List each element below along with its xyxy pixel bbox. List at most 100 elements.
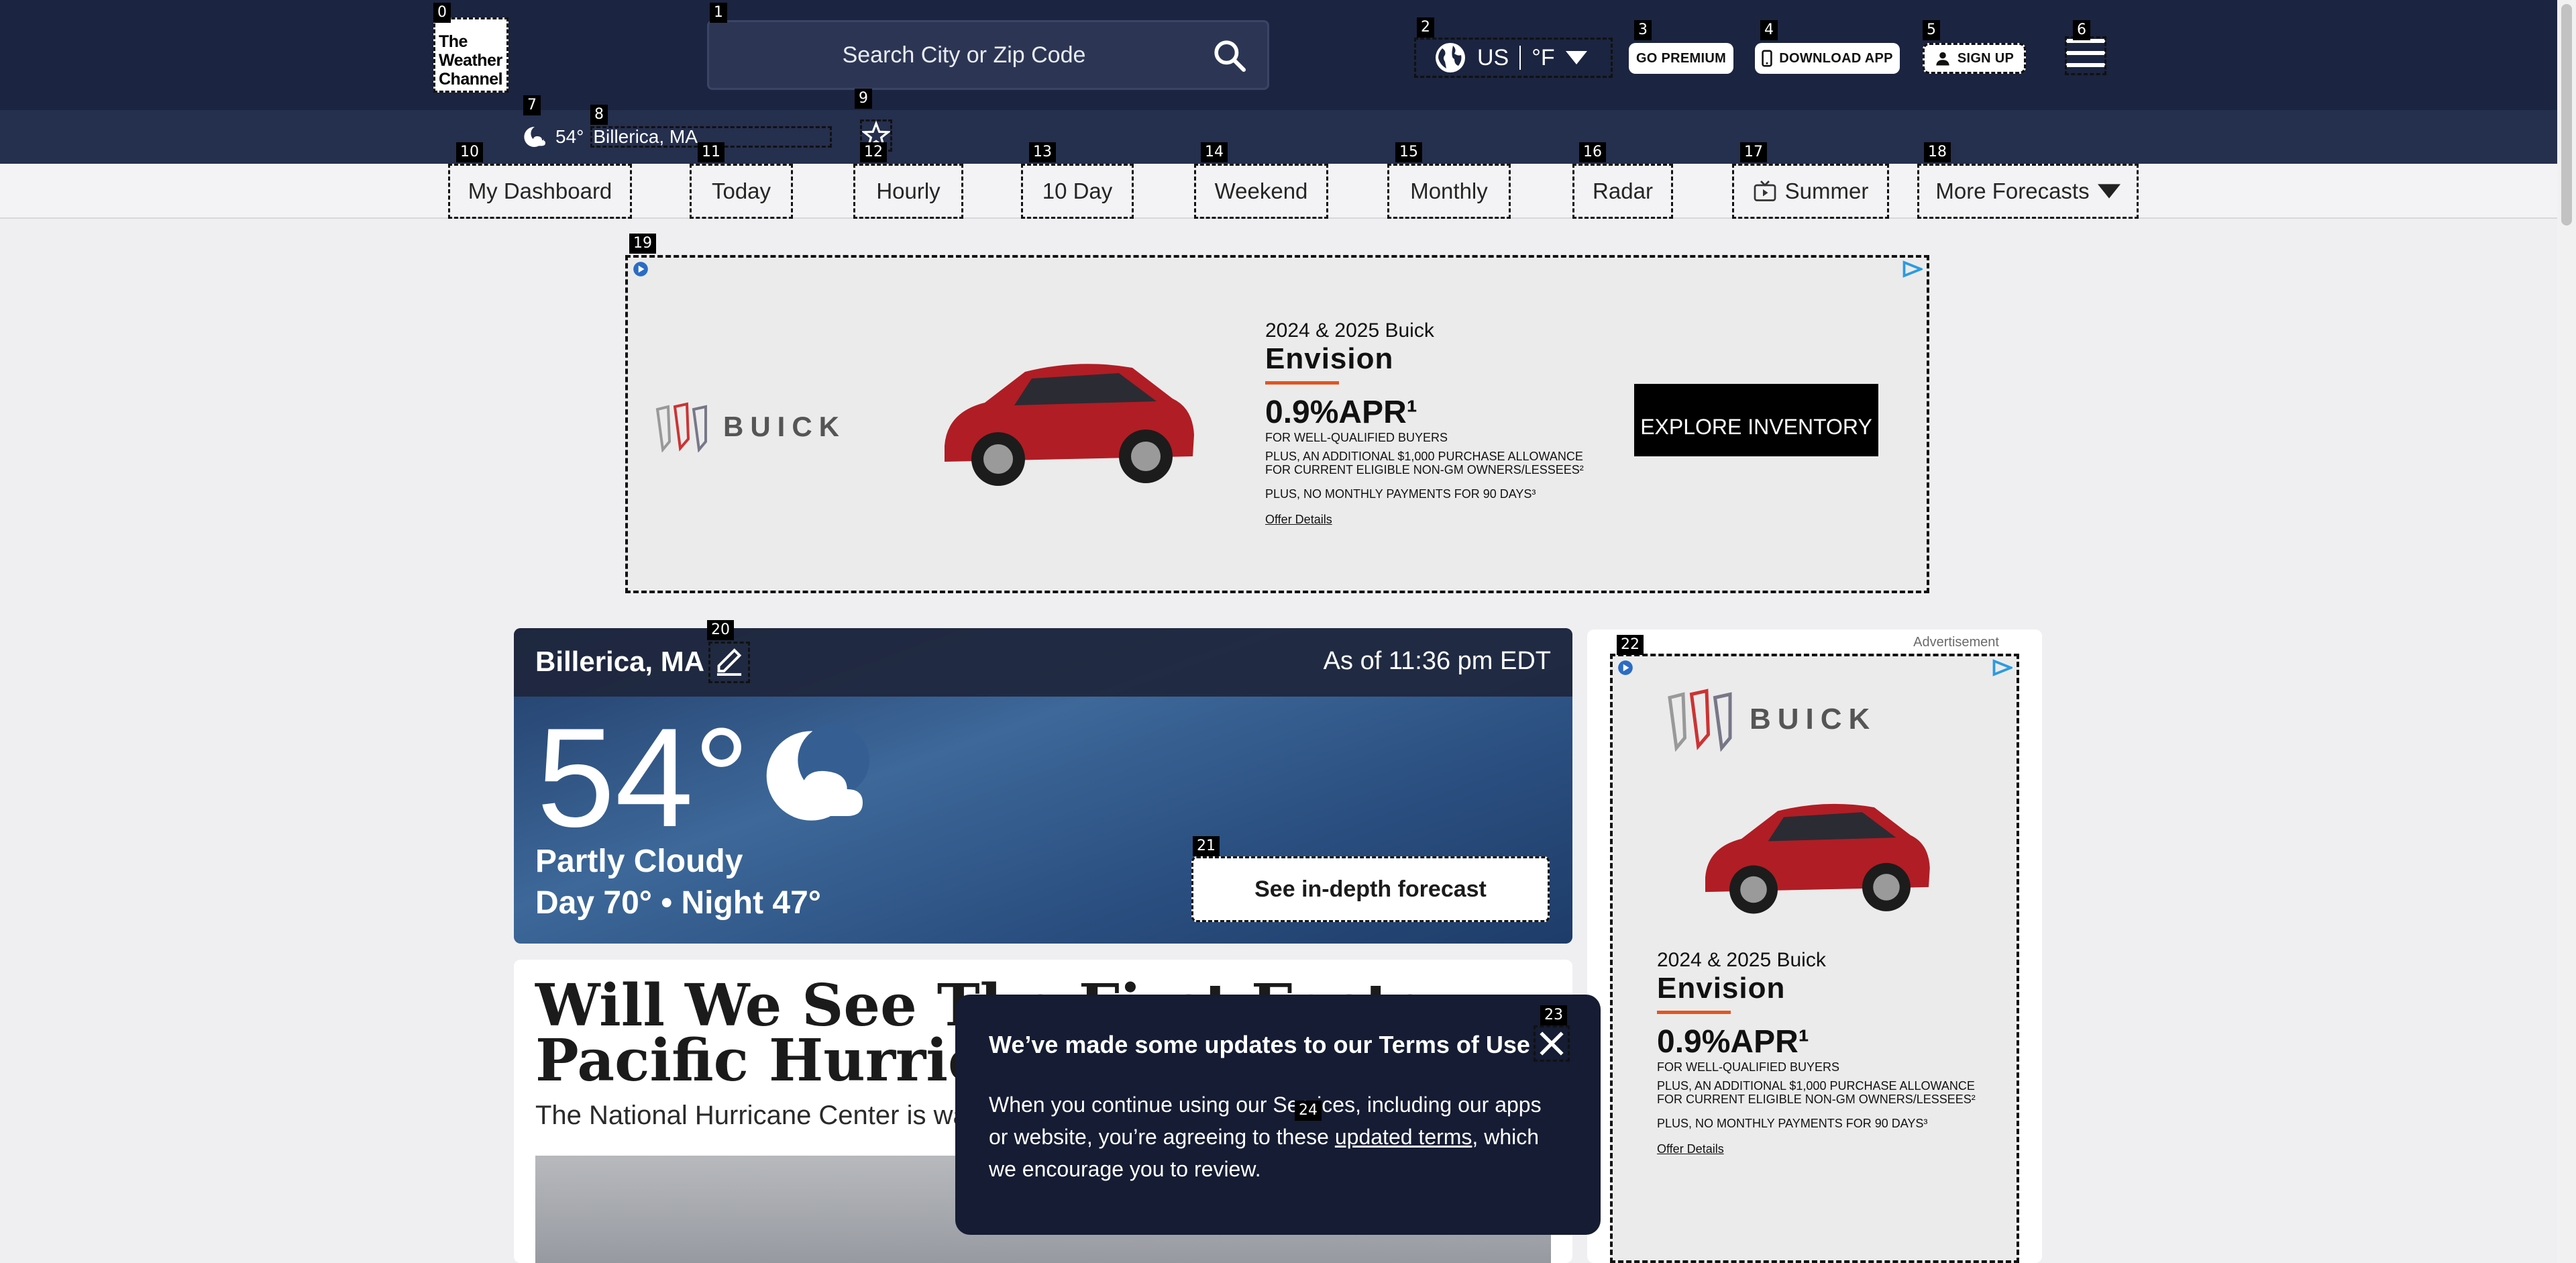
marker-21: 21 <box>1193 836 1220 856</box>
side-ad[interactable]: BUICK 2024 & 2025 Buick Envision 0.9%APR… <box>1610 654 2019 1263</box>
recent-location-temp: 54° <box>555 126 584 147</box>
in-depth-forecast-button[interactable]: See in-depth forecast <box>1191 856 1550 922</box>
nav-my-dashboard[interactable]: My Dashboard <box>448 164 632 219</box>
recent-locations-bar <box>0 110 2557 164</box>
ad-accent-line <box>1265 381 1339 385</box>
download-app-label: DOWNLOAD APP <box>1779 50 1893 66</box>
marker-12: 12 <box>860 142 887 162</box>
nav-label: Radar <box>1593 179 1653 203</box>
nav-weekend[interactable]: Weekend <box>1194 164 1328 219</box>
sign-up-button[interactable]: SIGN UP <box>1923 43 2026 74</box>
top-banner-ad[interactable]: BUICK 2024 & 2025 Buick Envision 0.9%APR… <box>625 255 1929 593</box>
ad-line1: 2024 & 2025 Buick <box>1265 319 1434 342</box>
marker-1: 1 <box>710 3 727 23</box>
top-header <box>0 0 2557 110</box>
nav-today[interactable]: Today <box>690 164 793 219</box>
logo-line-2: Weather <box>439 51 502 70</box>
car-image <box>1705 803 1930 914</box>
ad-allowance: PLUS, AN ADDITIONAL $1,000 PURCHASE ALLO… <box>1265 450 1584 476</box>
marker-2: 2 <box>1417 17 1434 38</box>
ad-accent-line <box>1657 1011 1731 1014</box>
unit-label: °F <box>1532 44 1555 70</box>
weather-channel-logo[interactable]: The Weather Channel <box>433 17 508 93</box>
ad-model: Envision <box>1265 342 1394 375</box>
ad-apr: 0.9%APR¹ <box>1265 395 1417 430</box>
marker-19: 19 <box>629 234 656 254</box>
tv-icon <box>1754 181 1776 201</box>
scrollbar-thumb[interactable] <box>2561 4 2572 225</box>
locale-divider <box>1519 46 1521 70</box>
marker-20: 20 <box>707 620 734 640</box>
marker-6: 6 <box>2073 20 2090 40</box>
buick-shield-icon <box>655 402 707 452</box>
logo-line-3: Channel <box>439 70 503 89</box>
marker-8: 8 <box>590 105 608 125</box>
search-input[interactable] <box>709 22 1219 88</box>
marker-5: 5 <box>1923 20 1940 40</box>
article-subtitle: The National Hurricane Center is wa <box>535 1101 968 1130</box>
marker-0: 0 <box>433 3 451 23</box>
globe-icon <box>1436 43 1465 72</box>
sign-up-label: SIGN UP <box>1957 50 2015 66</box>
dialog-body: When you continue using our Services, in… <box>989 1089 1566 1185</box>
explore-inventory-button[interactable]: EXPLORE INVENTORY <box>1634 384 1878 456</box>
nav-10-day[interactable]: 10 Day <box>1021 164 1134 219</box>
ad-model: Envision <box>1657 972 1786 1005</box>
adchoices-icon[interactable] <box>1992 659 2012 676</box>
marker-7: 7 <box>523 95 541 115</box>
hamburger-menu-icon[interactable] <box>2065 36 2106 75</box>
nav-more-forecasts[interactable]: More Forecasts <box>1917 164 2139 219</box>
ad-apr: 0.9%APR¹ <box>1657 1024 1809 1060</box>
nav-radar[interactable]: Radar <box>1572 164 1673 219</box>
close-icon[interactable] <box>1534 1025 1570 1062</box>
marker-3: 3 <box>1634 20 1652 40</box>
search-icon[interactable] <box>1211 37 1248 74</box>
buick-shield-icon <box>1668 689 1732 752</box>
marker-14: 14 <box>1201 142 1228 162</box>
terms-update-dialog: We’ve made some updates to our Terms of … <box>955 995 1601 1235</box>
edit-pencil-icon[interactable] <box>708 642 750 683</box>
caret-down-icon <box>2097 184 2121 199</box>
nav-monthly[interactable]: Monthly <box>1387 164 1511 219</box>
locale-unit-selector[interactable]: US °F <box>1414 38 1613 78</box>
go-premium-label: GO PREMIUM <box>1635 50 1727 66</box>
ad-copy: 2024 & 2025 Buick Envision 0.9%APR¹ FOR … <box>1265 319 1587 527</box>
ad-buyers: FOR WELL-QUALIFIED BUYERS <box>1265 431 1448 444</box>
marker-18: 18 <box>1924 142 1951 162</box>
adchoices-icon[interactable] <box>1617 659 1634 676</box>
nav-label: My Dashboard <box>468 179 612 203</box>
marker-4: 4 <box>1760 20 1778 40</box>
advertisement-label: Advertisement <box>1913 635 1999 650</box>
marker-16: 16 <box>1579 142 1606 162</box>
go-premium-button[interactable]: GO PREMIUM <box>1629 43 1733 74</box>
search-box[interactable] <box>707 20 1269 90</box>
nav-summer[interactable]: Summer <box>1732 164 1889 219</box>
ad-copy: 2024 & 2025 Buick Envision 0.9%APR¹ FOR … <box>1657 949 1992 1156</box>
ad-brand: BUICK <box>723 411 846 442</box>
adchoices-icon[interactable] <box>1902 260 1923 278</box>
ad-offer-details-link[interactable]: Offer Details <box>1657 1142 1992 1156</box>
ad-offer-details-link[interactable]: Offer Details <box>1265 513 1587 527</box>
ad-line1: 2024 & 2025 Buick <box>1657 949 1826 971</box>
marker-11: 11 <box>698 142 724 162</box>
ad-allowance: PLUS, AN ADDITIONAL $1,000 PURCHASE ALLO… <box>1657 1079 1976 1106</box>
ad-payments: PLUS, NO MONTHLY PAYMENTS FOR 90 DAYS³ <box>1265 487 1536 501</box>
marker-24: 24 <box>1295 1101 1322 1121</box>
car-image <box>945 364 1194 486</box>
day-night-temps: Day 70° • Night 47° <box>535 885 821 921</box>
moon-cloud-icon <box>524 125 547 147</box>
caret-down-icon <box>1565 51 1587 64</box>
download-app-button[interactable]: DOWNLOAD APP <box>1755 43 1900 74</box>
current-conditions-card: Billerica, MA As of 11:36 pm EDT 54° Par… <box>514 628 1572 944</box>
marker-10: 10 <box>456 142 483 162</box>
nav-hourly[interactable]: Hourly <box>853 164 963 219</box>
updated-terms-link[interactable]: updated terms <box>1335 1125 1472 1149</box>
logo-line-1: The <box>439 32 468 51</box>
adchoices-icon[interactable] <box>632 260 649 278</box>
current-temperature: 54° <box>537 699 750 856</box>
marker-15: 15 <box>1395 142 1422 162</box>
dialog-title: We’ve made some updates to our Terms of … <box>989 1031 1530 1058</box>
ad-brand: BUICK <box>1750 703 1877 736</box>
nav-label: Weekend <box>1214 179 1308 203</box>
recent-location-chip[interactable]: 54° Billerica, MA <box>522 122 832 152</box>
